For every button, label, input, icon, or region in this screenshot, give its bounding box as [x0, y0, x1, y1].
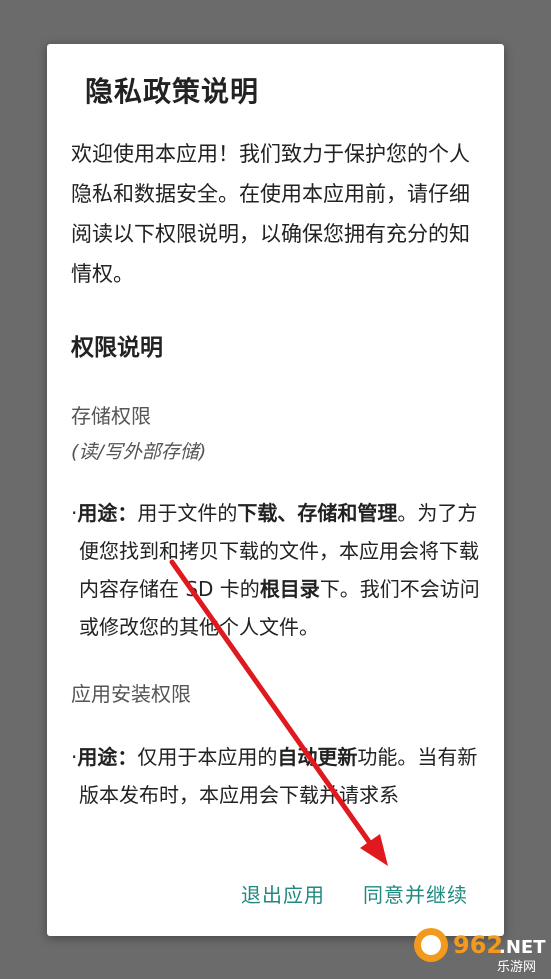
- permission-title-storage: 存储权限: [71, 404, 151, 428]
- desc-bold: 下载、存储和管理: [237, 501, 398, 525]
- permission-desc-storage: ·用途：用于文件的下载、存储和管理。为了方便您找到和拷贝下载的文件，本应用会将下…: [71, 494, 485, 646]
- dialog-title: 隐私政策说明: [85, 75, 260, 108]
- watermark-logo-icon: 962 .NET 乐游网: [414, 928, 546, 975]
- watermark-suffix: .NET: [499, 937, 546, 958]
- exit-app-button[interactable]: 退出应用: [241, 880, 325, 910]
- desc-text: 用于文件的: [137, 501, 238, 525]
- desc-bold: 自动更新: [277, 745, 358, 769]
- dialog-actions: 退出应用 同意并继续: [241, 880, 468, 910]
- usage-label: 用途：: [77, 745, 138, 769]
- section-heading: 权限说明: [71, 335, 163, 361]
- usage-label: 用途：: [77, 501, 138, 525]
- privacy-dialog: 隐私政策说明 欢迎使用本应用！我们致力于保护您的个人隐私和数据安全。在使用本应用…: [47, 44, 504, 936]
- permission-title-install: 应用安装权限: [71, 682, 191, 706]
- watermark-number: 962: [453, 931, 503, 959]
- agree-continue-button[interactable]: 同意并继续: [363, 880, 468, 910]
- watermark-sub: 乐游网: [497, 960, 536, 975]
- permission-desc-install: ·用途：仅用于本应用的自动更新功能。当有新版本发布时，本应用会下载并请求系: [71, 738, 485, 814]
- dialog-scroll-content[interactable]: 欢迎使用本应用！我们致力于保护您的个人隐私和数据安全。在使用本应用前，请仔细阅读…: [71, 134, 485, 854]
- intro-text: 欢迎使用本应用！我们致力于保护您的个人隐私和数据安全。在使用本应用前，请仔细阅读…: [71, 142, 470, 286]
- desc-bold: 根目录: [259, 577, 320, 601]
- permission-subtitle-storage: (读/写外部存储): [71, 441, 207, 463]
- desc-text: 仅用于本应用的: [137, 745, 278, 769]
